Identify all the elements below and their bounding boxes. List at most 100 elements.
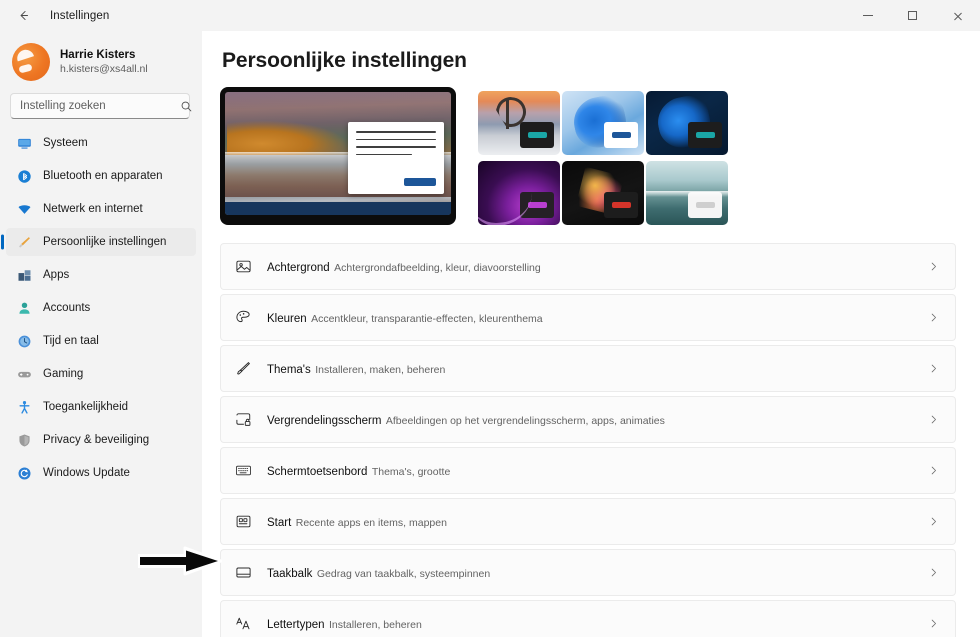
sidebar-item-label: Systeem (43, 137, 88, 149)
sidebar-nav: Systeem Bluetooth en apparaten Netwerk e… (0, 129, 202, 487)
thumb-accent-bar (695, 132, 715, 138)
window-body: Harrie Kisters h.kisters@xs4all.nl Inste… (0, 31, 980, 637)
sidebar-item-gaming[interactable]: Gaming (6, 360, 196, 388)
accessibility-icon (16, 399, 32, 415)
sidebar-item-tijd-en-taal[interactable]: Tijd en taal (6, 327, 196, 355)
paintbrush-icon (16, 234, 32, 250)
row-text: Taakbalk Gedrag van taakbalk, systeempin… (267, 564, 911, 582)
settings-row-kleuren[interactable]: Kleuren Accentkleur, transparantie-effec… (220, 294, 956, 341)
sidebar-item-netwerk-en-internet[interactable]: Netwerk en internet (6, 195, 196, 223)
settings-row-lettertypen[interactable]: Lettertypen Installeren, beheren (220, 600, 956, 637)
row-title: Kleuren (267, 312, 307, 325)
update-icon (16, 465, 32, 481)
theme-thumbnail-captured-motion[interactable] (646, 161, 728, 225)
row-subtitle: Accentkleur, transparantie-effecten, kle… (311, 312, 543, 325)
settings-row-schermtoetsenbord[interactable]: Schermtoetsenbord Thema's, grootte (220, 447, 956, 494)
image-icon (233, 257, 253, 277)
preview-line (356, 138, 436, 140)
account-icon (16, 300, 32, 316)
sidebar-item-label: Bluetooth en apparaten (43, 170, 163, 182)
chevron-right-icon (925, 414, 941, 425)
row-title: Thema's (267, 363, 311, 376)
preview-line (356, 146, 436, 148)
palette-icon (233, 308, 253, 328)
thumb-accent-bar (611, 202, 631, 208)
theme-thumbnail-glow[interactable] (478, 161, 560, 225)
minimize-button[interactable] (845, 0, 890, 31)
thumb-window-card (520, 192, 554, 218)
paintbrush-icon (233, 359, 253, 379)
lock-screen-icon (233, 410, 253, 430)
page-title: Persoonlijke instellingen (222, 49, 467, 72)
theme-thumbnail-flow[interactable] (562, 161, 644, 225)
row-subtitle: Recente apps en items, mappen (295, 516, 447, 529)
thumb-window-card (520, 122, 554, 148)
gamepad-icon (16, 366, 32, 382)
settings-row-start[interactable]: Start Recente apps en items, mappen (220, 498, 956, 545)
minimize-icon (862, 15, 873, 16)
sidebar-item-label: Windows Update (43, 467, 130, 479)
profile-section[interactable]: Harrie Kisters h.kisters@xs4all.nl (0, 37, 202, 91)
row-subtitle: Installeren, beheren (329, 618, 422, 631)
thumb-window-card (688, 122, 722, 148)
row-title: Lettertypen (267, 618, 325, 631)
sidebar-item-privacy-beveiliging[interactable]: Privacy & beveiliging (6, 426, 196, 454)
sidebar-item-systeem[interactable]: Systeem (6, 129, 196, 157)
sidebar-item-label: Privacy & beveiliging (43, 434, 150, 446)
close-button[interactable] (935, 0, 980, 31)
search-input[interactable] (11, 100, 180, 112)
theme-thumbnail-bloom-light[interactable] (562, 91, 644, 155)
row-subtitle: Achtergrondafbeelding, kleur, diavoorste… (334, 261, 541, 274)
row-text: Thema's Installeren, maken, beheren (267, 360, 911, 378)
profile-text: Harrie Kisters h.kisters@xs4all.nl (60, 48, 148, 76)
row-title: Start (267, 516, 292, 529)
chevron-right-icon (925, 261, 941, 272)
sidebar-item-toegankelijkheid[interactable]: Toegankelijkheid (6, 393, 196, 421)
settings-row-themas[interactable]: Thema's Installeren, maken, beheren (220, 345, 956, 392)
settings-row-taakbalk[interactable]: Taakbalk Gedrag van taakbalk, systeempin… (220, 549, 956, 596)
theme-thumbnail-windmill[interactable] (478, 91, 560, 155)
current-theme-preview[interactable] (220, 87, 456, 225)
content-area: Persoonlijke instellingen Achtergrond Ac… (202, 31, 980, 637)
thumb-accent-bar (527, 202, 547, 208)
row-title: Schermtoetsenbord (267, 465, 368, 478)
settings-row-achtergrond[interactable]: Achtergrond Achtergrondafbeelding, kleur… (220, 243, 956, 290)
row-title: Vergrendelingsscherm (267, 414, 382, 427)
row-subtitle: Installeren, maken, beheren (315, 363, 446, 376)
start-menu-icon (233, 512, 253, 532)
wifi-icon (16, 201, 32, 217)
sidebar-item-bluetooth-en-apparaten[interactable]: Bluetooth en apparaten (6, 162, 196, 190)
sidebar-item-accounts[interactable]: Accounts (6, 294, 196, 322)
search-section (0, 91, 202, 129)
search-box[interactable] (10, 93, 192, 119)
settings-row-vergrendelingsscherm[interactable]: Vergrendelingsscherm Afbeeldingen op het… (220, 396, 956, 443)
sidebar-item-label: Toegankelijkheid (43, 401, 129, 413)
back-button[interactable] (8, 3, 38, 29)
row-text: Start Recente apps en items, mappen (267, 513, 911, 531)
chevron-right-icon (925, 618, 941, 629)
row-text: Kleuren Accentkleur, transparantie-effec… (267, 309, 911, 327)
sidebar-item-windows-update[interactable]: Windows Update (6, 459, 196, 487)
theme-thumbnail-bloom-dark[interactable] (646, 91, 728, 155)
apps-icon (16, 267, 32, 283)
row-subtitle: Gedrag van taakbalk, systeempinnen (316, 567, 491, 580)
preview-window-card (348, 122, 444, 194)
chevron-right-icon (925, 567, 941, 578)
chevron-right-icon (925, 312, 941, 323)
keyboard-icon (233, 461, 253, 481)
row-text: Vergrendelingsscherm Afbeeldingen op het… (267, 411, 911, 429)
maximize-button[interactable] (890, 0, 935, 31)
thumb-accent-bar (695, 202, 715, 208)
titlebar-title: Instellingen (50, 9, 110, 22)
theme-preview-area (220, 87, 956, 227)
sidebar-item-apps[interactable]: Apps (6, 261, 196, 289)
clock-icon (16, 333, 32, 349)
profile-email: h.kisters@xs4all.nl (60, 63, 148, 75)
sidebar-item-label: Tijd en taal (43, 335, 99, 347)
maximize-icon (908, 11, 917, 20)
settings-window: Instellingen Harrie Kisters h.kisters@xs… (0, 0, 980, 637)
sidebar-item-persoonlijke-instellingen[interactable]: Persoonlijke instellingen (6, 228, 196, 256)
row-title: Taakbalk (267, 567, 313, 580)
sidebar-item-label: Gaming (43, 368, 84, 380)
settings-list: Achtergrond Achtergrondafbeelding, kleur… (220, 243, 956, 637)
